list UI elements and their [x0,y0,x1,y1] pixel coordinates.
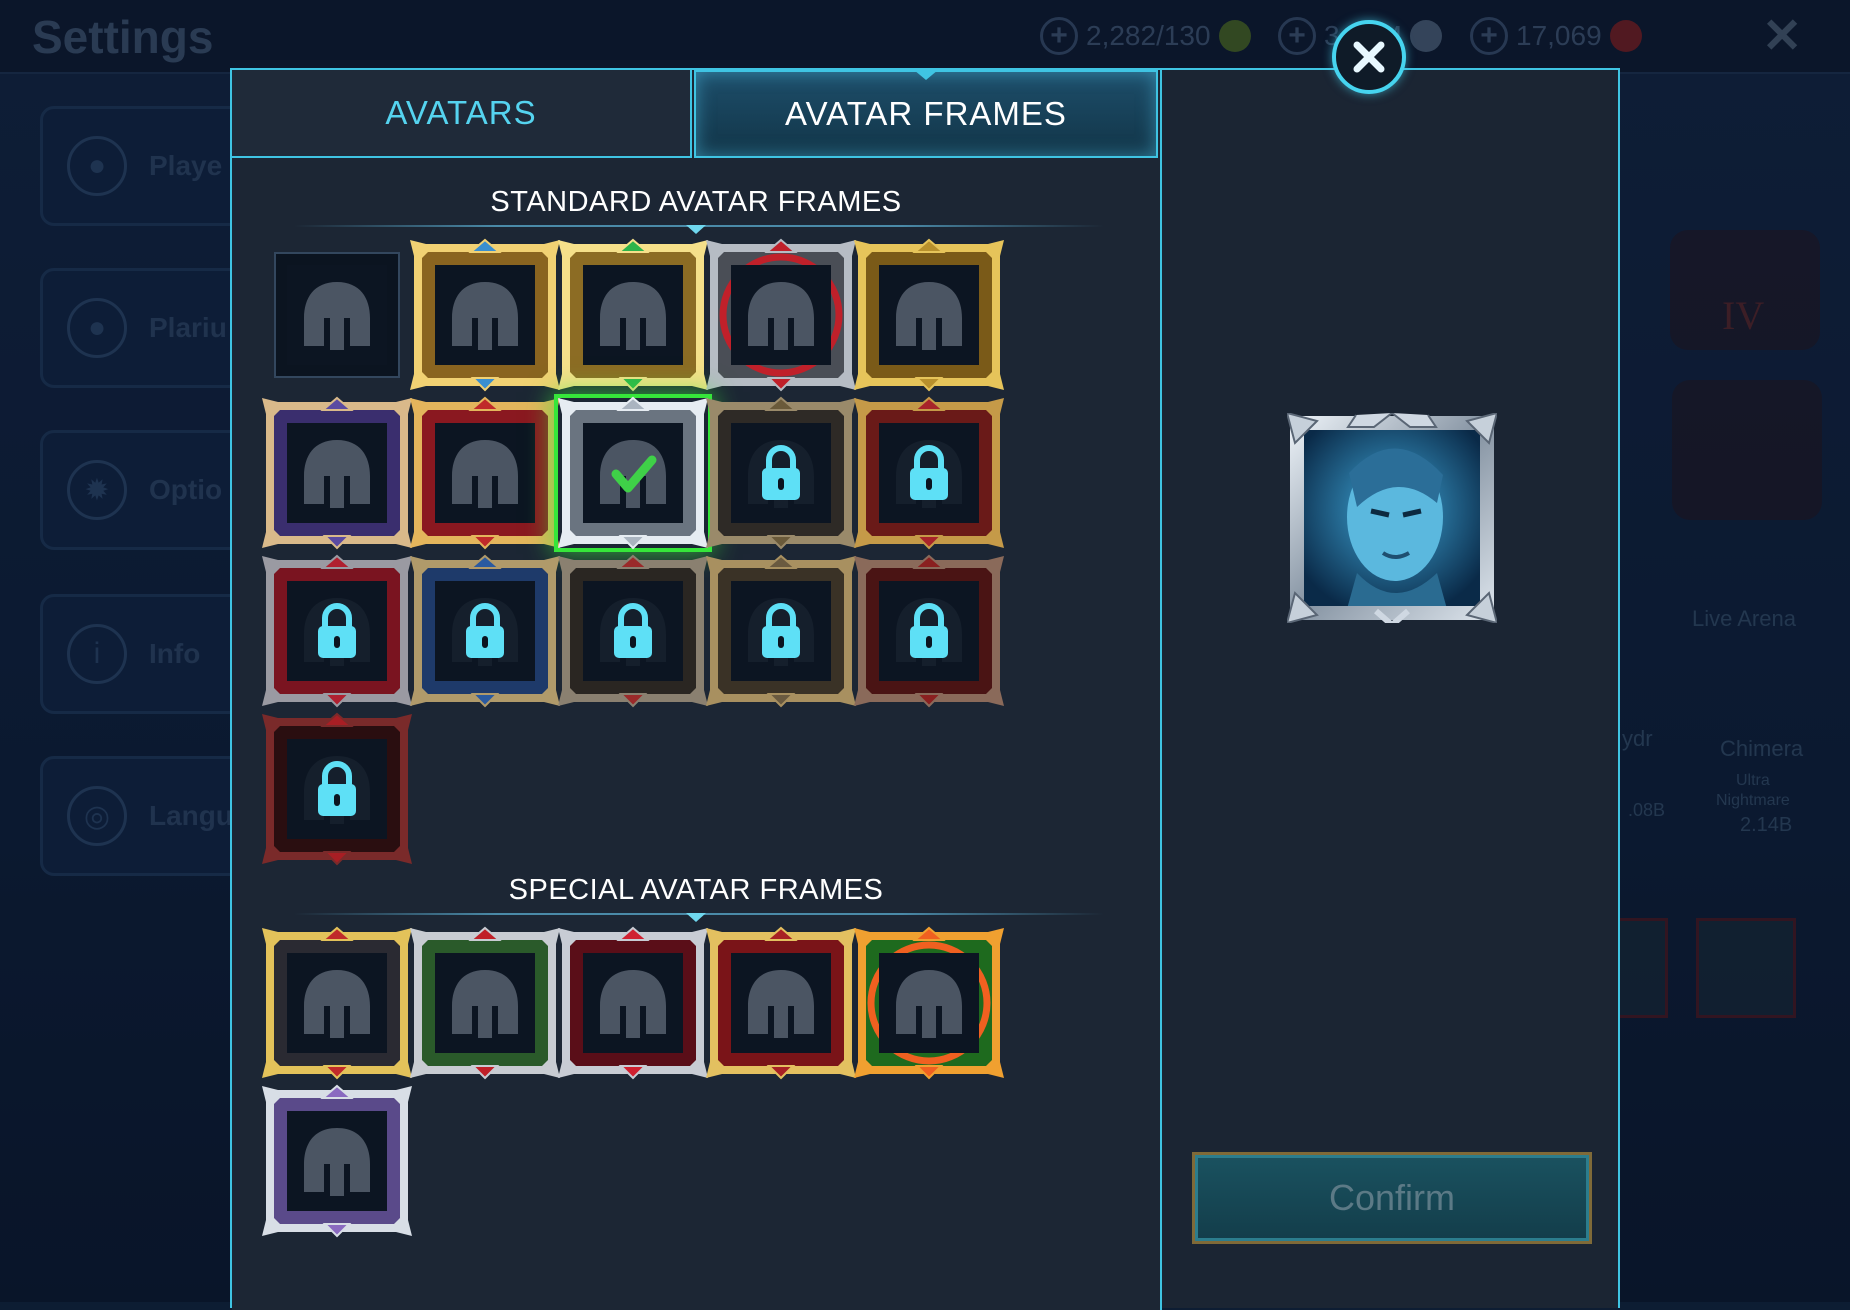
close-icon [1353,41,1385,73]
lock-icon [262,556,412,706]
avatar-frame-red-heart[interactable] [558,926,708,1080]
helmet-icon [410,240,560,390]
avatar-frame-dark-demon-locked[interactable] [706,396,856,550]
helmet-icon [558,240,708,390]
avatar-frame-gold-gem[interactable] [558,238,708,392]
helmet-icon [706,928,856,1078]
avatar-frame-silver-purple[interactable] [262,1084,412,1238]
standard-frames-title: STANDARD AVATAR FRAMES [490,186,902,218]
avatar-frame-purple-castle[interactable] [262,396,412,550]
selected-frame-preview [1285,411,1499,628]
avatar-frame-blue-curtain-locked[interactable] [410,554,560,708]
tab-avatars[interactable]: AVATARS [232,70,692,158]
lock-icon [706,398,856,548]
preview-portrait-image [1285,411,1499,628]
lock-icon [558,556,708,706]
helmet-icon [410,398,560,548]
lock-icon [706,556,856,706]
helmet-icon [410,928,560,1078]
avatar-frame-gold-red-locked[interactable] [854,396,1004,550]
checkmark-icon [558,398,708,548]
helmet-icon [558,928,708,1078]
avatar-frame-gold-ornate[interactable] [410,238,560,392]
avatar-frame-chain-dark-locked[interactable] [558,554,708,708]
avatar-frame-fire-ring[interactable] [854,926,1004,1080]
avatar-frame-steel-red[interactable] [706,238,856,392]
lock-icon [854,398,1004,548]
avatar-frame-gold-laurel[interactable] [706,926,856,1080]
divider-notch [686,225,706,234]
special-frames-title: SPECIAL AVATAR FRAMES [508,874,884,906]
close-button[interactable] [1332,20,1406,94]
avatar-frame-none[interactable] [262,240,412,390]
avatar-frame-silver-spiked[interactable] [558,396,708,550]
avatar-frame-holiday-wreath[interactable] [410,926,560,1080]
avatar-frame-dark-red-skull-locked[interactable] [262,712,412,866]
helmet-icon [262,240,412,390]
helmet-icon [262,398,412,548]
helmet-icon [706,240,856,390]
active-tab-marker [914,70,938,80]
helmet-icon [262,928,412,1078]
frames-panel: AVATARS AVATAR FRAMES STANDARD AVATAR FR… [232,70,1162,1310]
avatar-frame-red-castle[interactable] [410,396,560,550]
tab-avatar-frames[interactable]: AVATAR FRAMES [694,70,1158,158]
avatar-frame-gold-red-crate[interactable] [262,926,412,1080]
helmet-icon [854,928,1004,1078]
avatar-frame-gold-skull-locked[interactable] [706,554,856,708]
avatar-frame-red-spiked-locked[interactable] [854,554,1004,708]
avatar-frame-red-curtain-locked[interactable] [262,554,412,708]
lock-icon [262,714,412,864]
avatar-frame-gold-serpent[interactable] [854,238,1004,392]
helmet-icon [262,1086,412,1236]
confirm-button[interactable]: Confirm [1192,1152,1592,1244]
divider-notch [686,913,706,922]
lock-icon [410,556,560,706]
avatar-frames-dialog: AVATARS AVATAR FRAMES STANDARD AVATAR FR… [230,68,1620,1310]
helmet-icon [854,240,1004,390]
lock-icon [854,556,1004,706]
